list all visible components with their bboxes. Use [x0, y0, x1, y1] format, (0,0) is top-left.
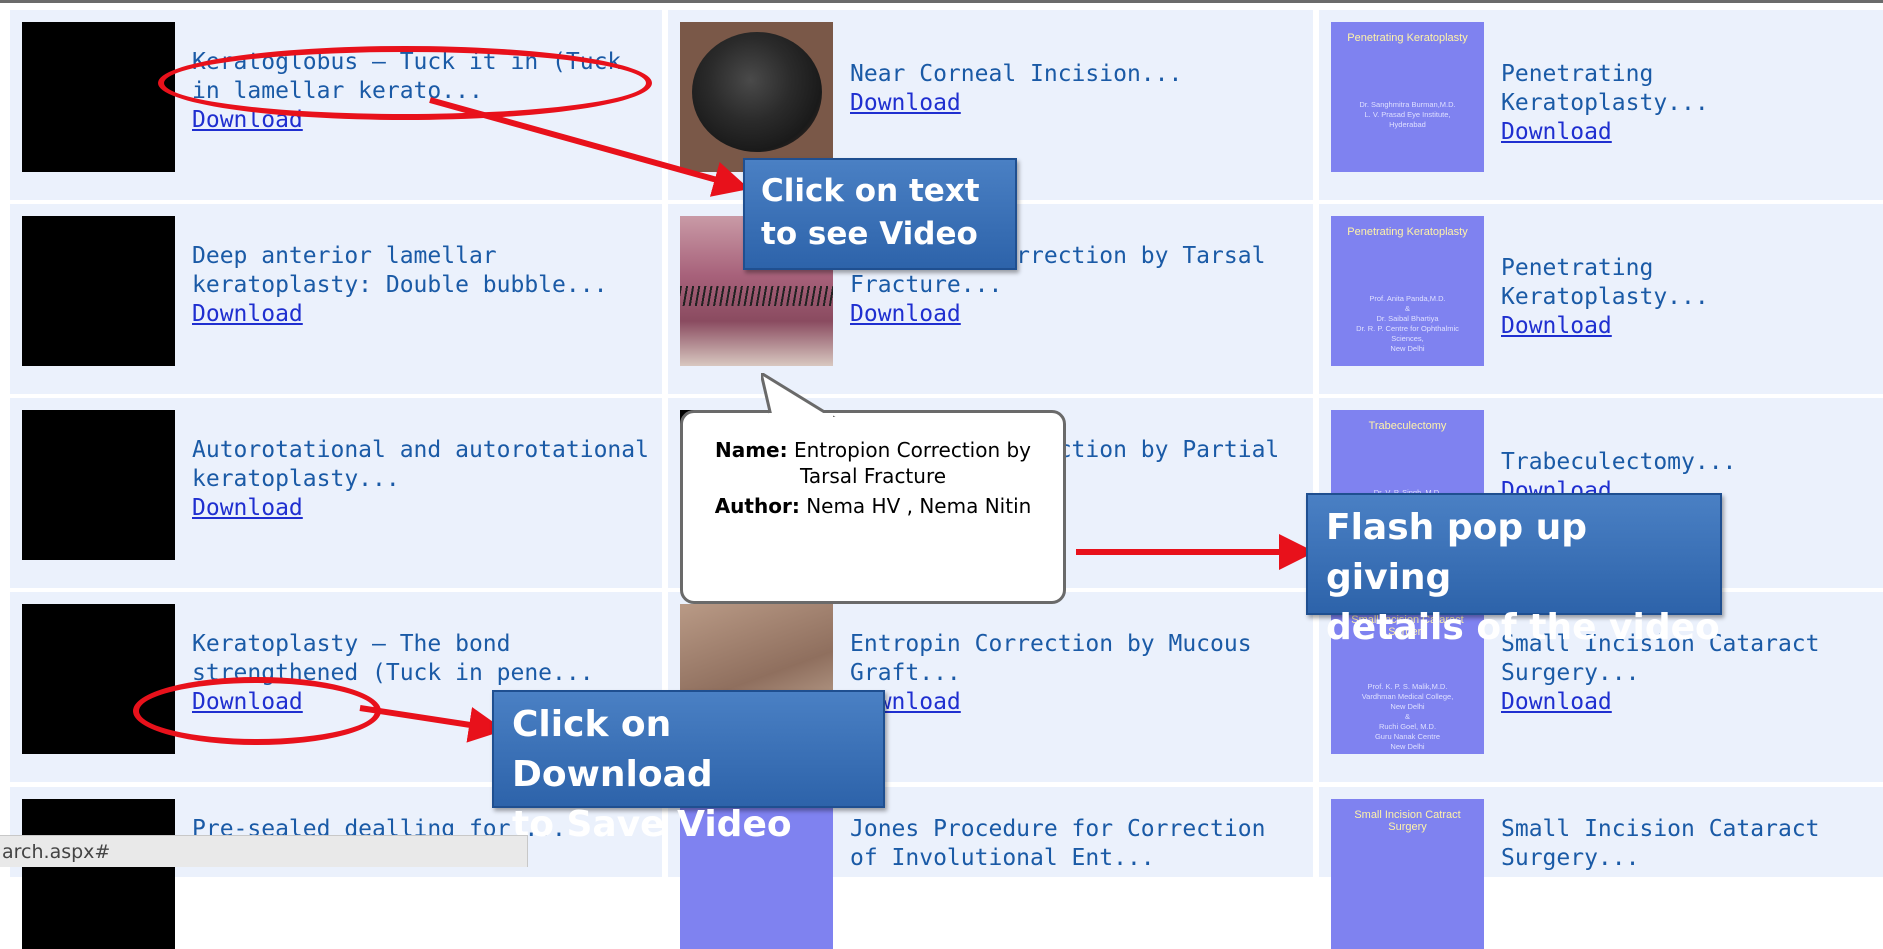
callout-click-text-line2: to see Video	[761, 216, 978, 252]
download-link[interactable]: Download	[1501, 688, 1873, 717]
video-text: Penetrating Keratoplasty... Download	[1501, 60, 1873, 147]
tooltip-name-label: Name:	[714, 438, 788, 462]
callout-download-line2: to Save Video	[512, 804, 792, 845]
browser-status-bar: arch.aspx#	[0, 835, 528, 867]
video-text: Autorotational and autorotational kerato…	[192, 436, 652, 523]
callout-click-text: Click on text to see Video	[743, 158, 1017, 270]
tooltip-author-line: Author: Nema HV , Nema Nitin	[695, 493, 1051, 519]
video-title-link[interactable]: Jones Procedure for Correction of Involu…	[850, 816, 1265, 871]
callout-flash-line2: details of the video	[1326, 607, 1720, 648]
thumbnail-credits: Prof. Anita Panda,M.D. & Dr. Saibal Bharti…	[1356, 294, 1459, 353]
thumbnail-credits: Prof. K. P. S. Malik,M.D. Vardhman Medica…	[1361, 682, 1454, 751]
video-cell: Penetrating Keratoplasty Dr. Sanghmitra B…	[1319, 10, 1883, 200]
top-border	[0, 0, 1883, 3]
video-cell: Deep anterior lamellar keratoplasty: Dou…	[10, 204, 662, 394]
video-cell: Small Incision Catract Surgery Small Inci…	[1319, 787, 1883, 949]
download-link[interactable]: Download	[1501, 312, 1873, 341]
video-text: Deep anterior lamellar keratoplasty: Dou…	[192, 242, 652, 329]
tooltip-author-value: Nema HV , Nema Nitin	[806, 494, 1032, 518]
tooltip-name-line: Name: Entropion Correction by Tarsal Fra…	[695, 437, 1051, 489]
callout-flash-line1: Flash pop up giving	[1326, 507, 1588, 598]
video-thumbnail[interactable]	[22, 604, 175, 754]
download-link[interactable]: Download	[850, 89, 1303, 118]
video-title-link[interactable]: Penetrating Keratoplasty...	[1501, 255, 1709, 310]
callout-flash-popup: Flash pop up giving details of the video	[1306, 493, 1722, 648]
tooltip-pointer	[761, 373, 836, 417]
download-link[interactable]: Download	[850, 300, 1303, 329]
video-text: Jones Procedure for Correction of Involu…	[850, 815, 1303, 873]
thumbnail-title: Trabeculectomy	[1368, 420, 1447, 432]
video-thumbnail[interactable]	[22, 22, 175, 172]
annotation-oval-title	[158, 46, 652, 120]
video-title-link[interactable]: Penetrating Keratoplasty...	[1501, 61, 1709, 116]
video-title-link[interactable]: Deep anterior lamellar keratoplasty: Dou…	[192, 243, 607, 298]
video-title-link[interactable]: Entropin Correction by Mucous Graft...	[850, 631, 1252, 686]
video-thumbnail[interactable]: Penetrating Keratoplasty Prof. Anita Pand…	[1331, 216, 1484, 366]
video-text: Small Incision Cataract Surgery...	[1501, 815, 1873, 873]
video-title-link[interactable]: Trabeculectomy...	[1501, 449, 1736, 475]
video-cell: Autorotational and autorotational kerato…	[10, 398, 662, 588]
video-text: Entropin Correction by Mucous Graft... Do…	[850, 630, 1303, 717]
flash-tooltip-popup: Name: Entropion Correction by Tarsal Fra…	[680, 373, 1066, 604]
thumbnail-credits: Dr. Sanghmitra Burman,M.D. L. V. Prasad E…	[1359, 100, 1456, 129]
tooltip-author-label: Author:	[714, 494, 800, 518]
callout-download-line1: Click on Download	[512, 704, 713, 795]
download-link[interactable]: Download	[850, 688, 1303, 717]
video-title-link[interactable]: Autorotational and autorotational kerato…	[192, 437, 649, 492]
thumbnail-title: Penetrating Keratoplasty	[1347, 226, 1468, 238]
tooltip-name-value: Entropion Correction by Tarsal Fracture	[793, 438, 1032, 488]
download-link[interactable]: Download	[192, 494, 652, 523]
video-thumbnail[interactable]: Small Incision Catract Surgery	[1331, 799, 1484, 949]
video-text: Near Corneal Incision... Download	[850, 60, 1303, 118]
download-link[interactable]: Download	[192, 300, 652, 329]
thumbnail-title: Small Incision Catract Surgery	[1354, 809, 1461, 833]
video-thumbnail[interactable]	[22, 216, 175, 366]
callout-click-text-line1: Click on text	[761, 173, 980, 209]
download-link[interactable]: Download	[1501, 118, 1873, 147]
video-text: Penetrating Keratoplasty... Download	[1501, 254, 1873, 341]
video-thumbnail[interactable]	[22, 799, 175, 949]
video-thumbnail[interactable]	[680, 22, 833, 172]
video-cell: Penetrating Keratoplasty Prof. Anita Pand…	[1319, 204, 1883, 394]
video-title-link[interactable]: Near Corneal Incision...	[850, 61, 1182, 87]
callout-click-download: Click on Download to Save Video	[492, 690, 885, 845]
video-thumbnail[interactable]	[22, 410, 175, 560]
thumbnail-title: Penetrating Keratoplasty	[1347, 32, 1468, 44]
annotation-oval-download	[133, 677, 381, 745]
video-thumbnail[interactable]: Penetrating Keratoplasty Dr. Sanghmitra B…	[1331, 22, 1484, 172]
video-title-link[interactable]: Small Incision Cataract Surgery...	[1501, 816, 1820, 871]
